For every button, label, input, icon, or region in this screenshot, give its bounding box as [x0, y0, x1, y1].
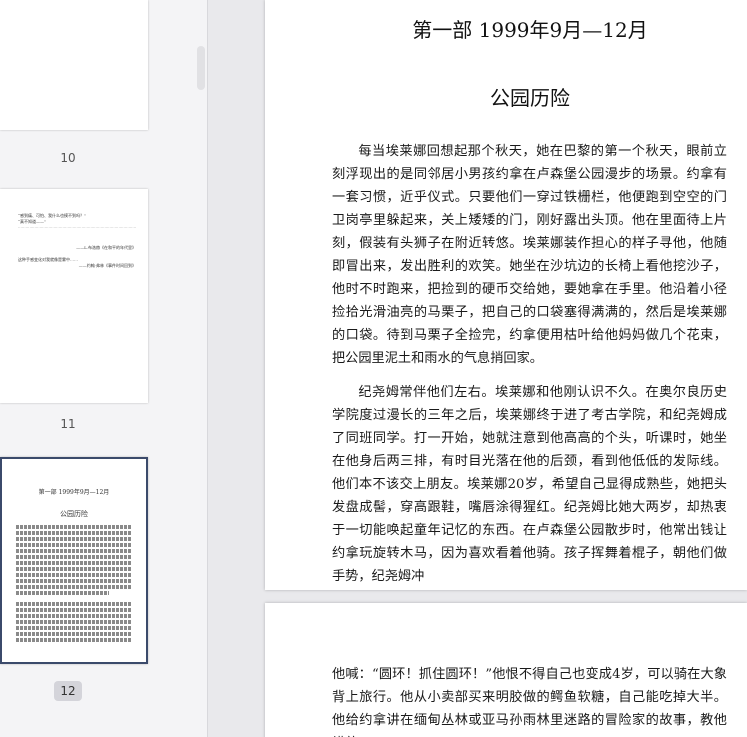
page-body: 每当埃莱娜回想起那个秋天，她在巴黎的第一个秋天，眼前立刻浮现出的是同邻居小男孩约… — [332, 140, 727, 599]
thumb-text-block: ········································… — [18, 225, 136, 230]
paragraph: 纪尧姆常伴他们左右。埃莱娜和他刚认识不久。在奥尔良历史学院度过漫长的三年之后，埃… — [332, 385, 727, 584]
page-thumbnail-10[interactable] — [0, 0, 148, 130]
thumb-body — [16, 525, 132, 644]
thumb-line: ——L.布洛赫《在和平的年代里》 — [76, 245, 136, 250]
page-body-next: 他喊：“圆环！抓住圆环！”他恨不得自己也变成4岁，可以骑在大象背上旅行。他从小卖… — [332, 663, 727, 737]
page-number-12[interactable]: 12 — [54, 681, 82, 701]
thumb-chapter-title: 公园历险 — [60, 510, 88, 518]
page-number-11[interactable]: 11 — [54, 414, 82, 434]
sidebar-scrollbar[interactable] — [197, 46, 205, 90]
paragraph: 每当埃莱娜回想起那个秋天，她在巴黎的第一个秋天，眼前立刻浮现出的是同邻居小男孩约… — [332, 144, 727, 366]
paragraph: 他喊：“圆环！抓住圆环！”他恨不得自己也变成4岁，可以骑在大象背上旅行。他从小卖… — [332, 667, 727, 737]
thumb-line: ——约翰·弗林《事件时间回到》 — [78, 263, 136, 268]
page-thumbnail-11[interactable]: “感到痛、可怕、我什么也摸不到吗？” “真不知道——” ············… — [0, 189, 148, 403]
chapter-title: 公园历险 — [490, 86, 570, 110]
document-page: 第一部 1999年9月—12月 公园历险 每当埃莱娜回想起那个秋天，她在巴黎的第… — [265, 0, 747, 590]
document-view: 第一部 1999年9月—12月 公园历险 每当埃莱娜回想起那个秋天，她在巴黎的第… — [207, 0, 747, 737]
thumb-part-title: 第一部 1999年9月—12月 — [38, 489, 110, 496]
part-title: 第一部 1999年9月—12月 — [412, 18, 648, 42]
page-thumbnail-12[interactable]: 第一部 1999年9月—12月 公园历险 — [0, 457, 148, 664]
thumbnail-sidebar: 10 “感到痛、可怕、我什么也摸不到吗？” “真不知道——” ·········… — [0, 0, 208, 737]
page-number-10[interactable]: 10 — [54, 148, 82, 168]
document-page-next: 他喊：“圆环！抓住圆环！”他恨不得自己也变成4岁，可以骑在大象背上旅行。他从小卖… — [265, 603, 747, 737]
